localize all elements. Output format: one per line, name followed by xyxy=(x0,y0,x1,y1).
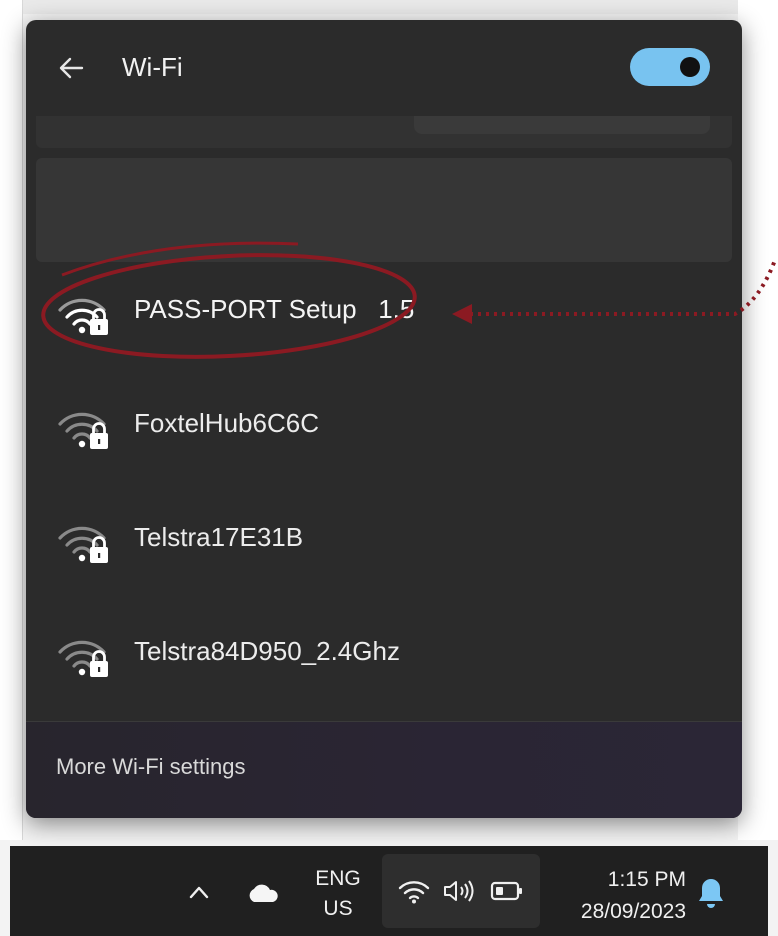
chevron-up-icon[interactable] xyxy=(186,882,212,902)
wifi-lock-icon xyxy=(58,640,108,677)
wifi-icon xyxy=(398,881,430,904)
back-arrow-icon xyxy=(59,57,84,79)
background-window-top xyxy=(0,0,778,14)
wifi-lock-icon xyxy=(58,412,108,449)
toggle-knob xyxy=(680,57,700,77)
clock[interactable]: 1:15 PM 28/09/2023 xyxy=(548,864,686,928)
network-placeholder-card[interactable] xyxy=(36,158,732,262)
wifi-lock-icon xyxy=(58,526,108,563)
network-item-telstra17e31b[interactable]: Telstra17E31B xyxy=(26,494,742,594)
network-name: Telstra17E31B xyxy=(134,522,304,552)
wifi-flyout: Wi-Fi PASS-PORT Setup 1.5 FoxtelHub6C6C … xyxy=(26,20,742,818)
bell-icon[interactable] xyxy=(696,876,726,910)
clock-time: 1:15 PM xyxy=(607,868,686,891)
network-name: Telstra84D950_2.4Ghz xyxy=(134,636,400,666)
speaker-icon xyxy=(444,880,474,902)
wifi-toggle[interactable] xyxy=(630,48,710,86)
page-title: Wi-Fi xyxy=(122,52,183,82)
taskbar: ENG US 1:15 PM 28/09/2023 xyxy=(10,846,768,936)
language-indicator[interactable]: ENG US xyxy=(300,864,376,924)
collapsed-network-card[interactable] xyxy=(36,116,732,148)
battery-icon xyxy=(490,881,522,901)
clock-date: 28/09/2023 xyxy=(580,900,686,923)
keyboard-layout: US xyxy=(323,897,353,920)
back-button[interactable] xyxy=(54,50,90,86)
collapsed-card-button[interactable] xyxy=(414,116,710,134)
more-wifi-settings-link[interactable]: More Wi-Fi settings xyxy=(56,754,245,780)
background-window-left xyxy=(0,0,23,840)
network-item-telstra84d950[interactable]: Telstra84D950_2.4Ghz xyxy=(26,608,742,708)
network-name: PASS-PORT Setup 1.5 xyxy=(134,294,415,324)
background-window-right xyxy=(738,0,778,840)
network-item-pass-port-setup[interactable]: PASS-PORT Setup 1.5 xyxy=(26,266,742,366)
wifi-lock-icon xyxy=(58,298,108,335)
network-name: FoxtelHub6C6C xyxy=(134,408,319,438)
language-code: ENG xyxy=(315,867,361,890)
flyout-header: Wi-Fi xyxy=(26,20,742,118)
flyout-footer: More Wi-Fi settings xyxy=(26,721,742,818)
quick-settings-tray[interactable] xyxy=(382,854,540,928)
network-item-foxtelhub6c6c[interactable]: FoxtelHub6C6C xyxy=(26,380,742,480)
onedrive-cloud-icon[interactable] xyxy=(246,882,280,904)
